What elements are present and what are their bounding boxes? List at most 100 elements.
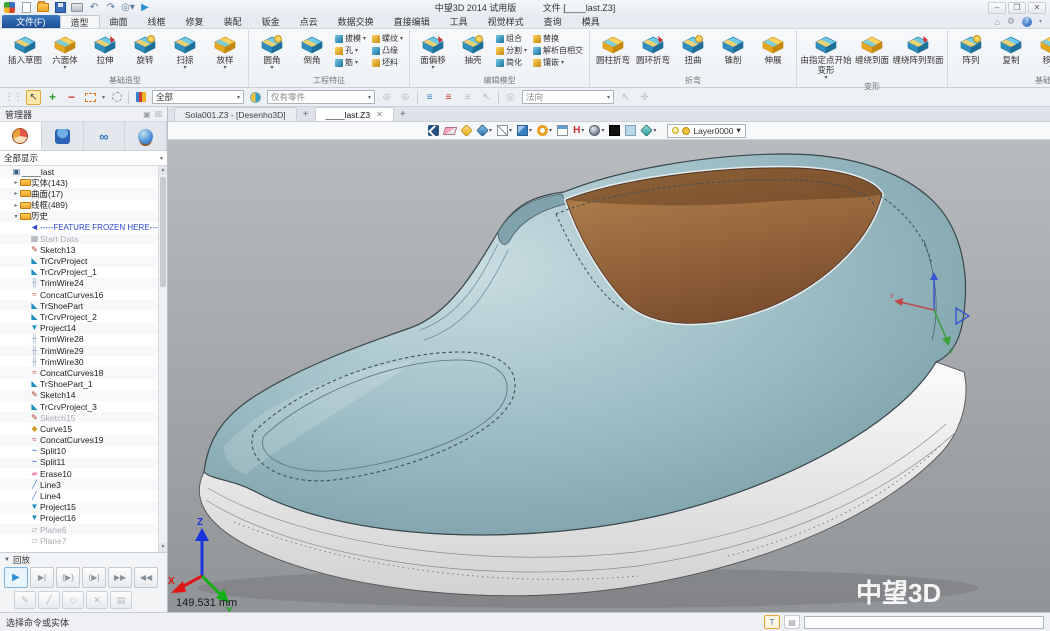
- tree-item-19[interactable]: TrShoePart_1: [0, 379, 158, 390]
- tree-scrollbar[interactable]: ▲ ▼: [158, 166, 167, 552]
- open-file-button[interactable]: [37, 2, 49, 14]
- tree-item-28[interactable]: Line3: [0, 479, 158, 490]
- scope-caret-icon[interactable]: ▾: [364, 94, 371, 101]
- list-mode-button[interactable]: ▤: [784, 615, 800, 629]
- ribbon-small-button-组合[interactable]: 组合: [495, 33, 528, 44]
- tree-item-13[interactable]: TrCrvProject_2: [0, 311, 158, 322]
- ribbon-small-button-解析自相交[interactable]: 解析自相交: [532, 45, 584, 56]
- dropdown-caret-icon[interactable]: ▾: [432, 66, 435, 71]
- menu-tab-8[interactable]: 直接编辑: [384, 15, 440, 28]
- menu-tab-7[interactable]: 数据交换: [328, 15, 384, 28]
- tree-item-23[interactable]: Curve15: [0, 423, 158, 434]
- remove-selection-button[interactable]: −: [64, 90, 79, 105]
- add-selection-button[interactable]: +: [45, 90, 60, 105]
- menu-tab-0[interactable]: 造型: [60, 15, 100, 28]
- play-button[interactable]: ▶: [4, 567, 28, 588]
- tree-item-10[interactable]: TrimWire24: [0, 278, 158, 289]
- tree-item-31[interactable]: Project16: [0, 513, 158, 524]
- dropdown-caret-icon[interactable]: ▾: [270, 66, 273, 71]
- restore-button[interactable]: ❐: [1008, 2, 1026, 14]
- menu-tab-4[interactable]: 装配: [214, 15, 252, 28]
- scroll-down-icon[interactable]: ▼: [159, 543, 167, 552]
- tab-visual-manager[interactable]: ∞: [84, 122, 126, 150]
- scope-combobox[interactable]: 仅有零件 ▾: [267, 90, 375, 104]
- dropdown-caret-icon[interactable]: ▾: [524, 47, 527, 54]
- play-to-button[interactable]: (▶|: [82, 567, 106, 588]
- viewport-3d[interactable]: x y Z X Y: [168, 140, 1050, 612]
- menu-tab-9[interactable]: 工具: [440, 15, 478, 28]
- wireframe-mode-button[interactable]: ▾: [497, 125, 512, 136]
- tree-item-20[interactable]: Sketch14: [0, 390, 158, 401]
- marquee-caret-icon[interactable]: ▾: [102, 94, 105, 101]
- shade-teal-button[interactable]: ▾: [641, 125, 656, 136]
- document-tab-sola001[interactable]: Sola001.Z3 - [Desenho3D]: [174, 107, 297, 121]
- pick-feature-icon[interactable]: ◇: [62, 591, 84, 609]
- save-button[interactable]: [54, 2, 66, 14]
- fast-forward-button[interactable]: ▶▶: [108, 567, 132, 588]
- document-tab-last[interactable]: ____last.Z3 ✕: [315, 107, 394, 121]
- tree-item-25[interactable]: Split10: [0, 446, 158, 457]
- entity-filter-combobox[interactable]: 全部 ▾: [152, 90, 244, 104]
- ribbon-button-圆柱折弯[interactable]: 圆柱折弯: [593, 31, 633, 66]
- ribbon-small-button-凸缘[interactable]: 凸缘: [371, 45, 404, 56]
- manager-close-icon[interactable]: ☒: [155, 110, 162, 119]
- ribbon-button-扫掠[interactable]: 扫掠▾: [165, 31, 205, 71]
- command-input[interactable]: [804, 616, 1044, 629]
- ribbon-button-锥削[interactable]: 锥削: [713, 31, 753, 66]
- home-icon[interactable]: ⌂: [994, 17, 999, 27]
- play-from-button[interactable]: (▶): [56, 567, 80, 588]
- tree-item-6[interactable]: Start Data: [0, 233, 158, 244]
- ribbon-button-阵列[interactable]: 阵列: [951, 31, 991, 66]
- tree-item-2[interactable]: ▸曲面(17): [0, 188, 158, 199]
- ribbon-small-button-孔[interactable]: 孔▾: [334, 45, 367, 56]
- marquee-select-button[interactable]: [83, 90, 98, 105]
- app-logo-icon[interactable]: [4, 2, 15, 13]
- ribbon-button-圆环折弯[interactable]: 圆环折弯: [633, 31, 673, 66]
- close-tab-icon[interactable]: ✕: [376, 110, 383, 119]
- heal-display-button[interactable]: H▾: [573, 125, 584, 136]
- ribbon-button-倒角[interactable]: 倒角: [292, 31, 332, 66]
- tree-item-15[interactable]: TrimWire28: [0, 334, 158, 345]
- ribbon-small-button-简化[interactable]: 简化: [495, 57, 528, 68]
- menu-tab-5[interactable]: 钣金: [252, 15, 290, 28]
- regen-button[interactable]: [248, 90, 263, 105]
- link-icon[interactable]: ⊜: [379, 90, 394, 105]
- menu-tab-12[interactable]: 模具: [572, 15, 610, 28]
- tree-item-27[interactable]: Erase10: [0, 468, 158, 479]
- tree-item-3[interactable]: ▸线框(489): [0, 200, 158, 211]
- lasso-select-button[interactable]: [109, 90, 124, 105]
- regen-dropdown-button[interactable]: ◎▾: [122, 2, 134, 14]
- dropdown-caret-icon[interactable]: ▾: [400, 35, 403, 42]
- menu-tab-11[interactable]: 查询: [534, 15, 572, 28]
- ribbon-button-抽壳[interactable]: 抽壳: [453, 31, 493, 66]
- rewind-button[interactable]: ◀◀: [134, 567, 158, 588]
- pick-last-icon[interactable]: ↖: [479, 90, 494, 105]
- layer-combobox[interactable]: Layer0000 ▾: [667, 124, 745, 138]
- tree-item-33[interactable]: Plane7: [0, 535, 158, 546]
- ribbon-small-button-拔模[interactable]: 拔模▾: [334, 33, 367, 44]
- ribbon-button-伸展[interactable]: 伸展: [753, 31, 793, 66]
- background-light-button[interactable]: [625, 125, 636, 136]
- tree-item-16[interactable]: TrimWire29: [0, 345, 158, 356]
- tree-item-17[interactable]: TrimWire30: [0, 356, 158, 367]
- tree-item-12[interactable]: TrShoePart: [0, 300, 158, 311]
- ribbon-button-放样[interactable]: 放样▾: [205, 31, 245, 71]
- new-document-tab-button[interactable]: +: [299, 108, 313, 121]
- dropdown-caret-icon[interactable]: ▾: [183, 66, 186, 71]
- layer-visible-bulb-icon[interactable]: [672, 127, 679, 134]
- tree-item-21[interactable]: TrCrvProject_3: [0, 401, 158, 412]
- delete-feature-icon[interactable]: ✕: [86, 591, 108, 609]
- ribbon-button-缠绕阵列到面[interactable]: 缠绕阵列到面: [892, 31, 944, 66]
- menu-tab-10[interactable]: 视觉样式: [478, 15, 534, 28]
- filter-stack-icon-3[interactable]: ≡: [460, 90, 475, 105]
- file-menu-button[interactable]: 文件(F): [2, 15, 60, 28]
- toolbar-grip[interactable]: ⋮⋮: [4, 92, 22, 103]
- tab-history-manager[interactable]: [0, 122, 42, 150]
- dropdown-caret-icon[interactable]: ▾: [363, 35, 366, 42]
- tree-expander-icon[interactable]: ▾: [12, 213, 20, 220]
- print-button[interactable]: [71, 2, 83, 14]
- ribbon-small-button-分割[interactable]: 分割▾: [495, 45, 528, 56]
- help-caret-icon[interactable]: ▾: [1039, 18, 1042, 25]
- play-button-qat[interactable]: ▶: [139, 2, 151, 14]
- ribbon-button-扭曲[interactable]: 扭曲: [673, 31, 713, 66]
